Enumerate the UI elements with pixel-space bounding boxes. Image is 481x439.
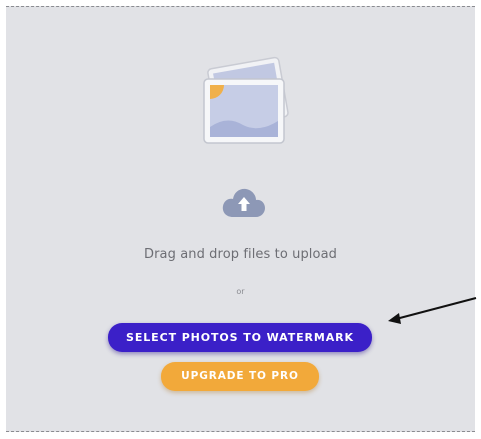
screenshot-stage: Drag and drop files to upload or SELECT … (0, 0, 481, 439)
drag-and-drop-instructions: Drag and drop files to upload (143, 247, 337, 262)
select-photos-button[interactable]: SELECT PHOTOS TO WATERMARK (108, 323, 372, 352)
photo-stack-icon (187, 53, 297, 153)
pointer-arrow-icon (386, 294, 478, 330)
cloud-upload-icon (219, 183, 269, 223)
upload-dropzone[interactable]: Drag and drop files to upload or SELECT … (6, 6, 475, 432)
upgrade-to-pro-button[interactable]: UPGRADE TO PRO (161, 362, 319, 391)
